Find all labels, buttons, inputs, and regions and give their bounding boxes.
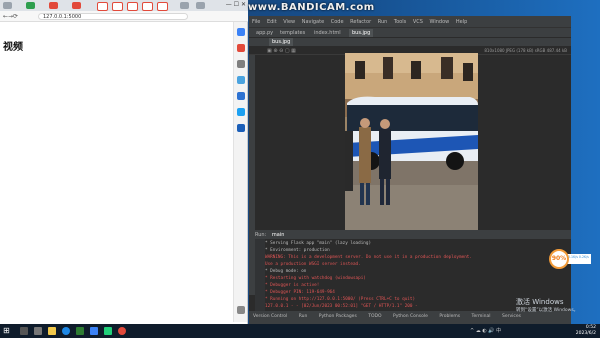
- menu-item[interactable]: Navigate: [302, 19, 324, 25]
- browser-tab[interactable]: [112, 2, 123, 11]
- browser-tab[interactable]: [97, 2, 108, 11]
- file-tab-active[interactable]: bus.jpg: [349, 29, 374, 37]
- menu-item[interactable]: VCS: [413, 19, 423, 25]
- browser-tab[interactable]: [127, 2, 138, 11]
- recorder-watermark: www.BANDICAM.com: [248, 2, 375, 13]
- file-explorer-icon[interactable]: [48, 327, 56, 335]
- menu-item[interactable]: Refactor: [350, 19, 371, 25]
- console-line: * Serving Flask app "main" (lazy loading…: [265, 241, 372, 246]
- viewer-tool-icons[interactable]: ▣ ⊕ ⊖ ▢ ▦: [267, 48, 296, 54]
- menu-item[interactable]: Window: [430, 19, 450, 25]
- browser-icon[interactable]: [62, 327, 70, 335]
- system-clock[interactable]: 0:52 2023/6/2: [576, 325, 596, 337]
- ide-window: File Edit View Navigate Code Refactor Ru…: [249, 16, 571, 324]
- windows-start-icon[interactable]: ⊞: [3, 326, 13, 336]
- file-tab[interactable]: templates: [277, 29, 308, 37]
- run-panel-header: Run: main: [249, 230, 571, 239]
- app-icon[interactable]: [76, 327, 84, 335]
- browser-tab[interactable]: [49, 2, 58, 9]
- console-line: * Environment: production: [265, 248, 330, 253]
- street-photo: [345, 53, 478, 230]
- address-bar[interactable]: 127.0.0.1:5000: [38, 13, 188, 20]
- sidebar-icon[interactable]: [237, 76, 245, 84]
- bottom-tab[interactable]: Services: [502, 314, 521, 319]
- browser-toolbar: ←→⟳ 127.0.0.1:5000: [0, 11, 248, 22]
- activate-subtitle: 转到“设置”以激活 Windows。: [516, 308, 579, 313]
- nav-back-forward-reload-icons[interactable]: ←→⟳: [3, 13, 18, 20]
- browser-tab[interactable]: [3, 2, 12, 9]
- page-heading: 视频: [3, 42, 23, 53]
- menu-item[interactable]: View: [283, 19, 295, 25]
- file-tab[interactable]: app.py: [253, 29, 276, 37]
- taskbar: ⊞ ^ ☁ ◐ 🔊 中 0:52 2023/6/2: [0, 324, 600, 338]
- network-speed-percent: 90%: [549, 249, 569, 269]
- app-icon[interactable]: [90, 327, 98, 335]
- bottom-tab[interactable]: Python Packages: [319, 314, 357, 319]
- sidebar-icon[interactable]: [237, 28, 245, 36]
- pycharm-icon[interactable]: [104, 327, 112, 335]
- project-breadcrumb: app.py templates index.html bus.jpg: [249, 27, 571, 37]
- browser-tab[interactable]: [180, 2, 189, 9]
- activate-windows-watermark: 激活 Windows 转到“设置”以激活 Windows。: [516, 297, 578, 313]
- browser-window: — ☐ ✕ ←→⟳ 127.0.0.1:5000 视频: [0, 0, 248, 324]
- sidebar-icon[interactable]: [237, 44, 245, 52]
- sidebar-icon[interactable]: [237, 108, 245, 116]
- menu-item[interactable]: File: [252, 19, 260, 25]
- console-line: Use a production WSGI server instead.: [265, 262, 361, 267]
- menu-item[interactable]: Edit: [267, 19, 277, 25]
- run-controls-gutter[interactable]: [255, 239, 265, 311]
- menu-item[interactable]: Run: [378, 19, 388, 25]
- clock-date: 2023/6/2: [575, 331, 596, 336]
- menu-item[interactable]: Tools: [394, 19, 406, 25]
- browser-sidebar: [233, 22, 247, 322]
- bottom-tab[interactable]: TODO: [368, 314, 381, 319]
- ide-menu-bar: File Edit View Navigate Code Refactor Ru…: [249, 16, 571, 27]
- task-view-icon[interactable]: [34, 327, 42, 335]
- browser-tab[interactable]: [157, 2, 168, 11]
- console-line: * Debugger PIN: 119-649-964: [265, 290, 335, 295]
- browser-tab[interactable]: [142, 2, 153, 11]
- sidebar-icon[interactable]: [237, 60, 245, 68]
- browser-tab[interactable]: [72, 2, 81, 9]
- settings-icon[interactable]: [237, 306, 245, 314]
- browser-tab[interactable]: [26, 2, 35, 9]
- bottom-tab[interactable]: Version Control: [253, 314, 287, 319]
- network-speed-label: 0.1K/s 0.2K/s: [567, 254, 591, 264]
- system-tray-icons[interactable]: ^ ☁ ◐ 🔊 中: [470, 327, 501, 334]
- sidebar-icon[interactable]: [237, 92, 245, 100]
- activate-title: 激活 Windows: [516, 298, 564, 306]
- run-config-tab[interactable]: main: [272, 232, 285, 238]
- browser-tab-strip: — ☐ ✕: [0, 0, 248, 11]
- bandicam-icon[interactable]: [118, 327, 126, 335]
- image-preview: [345, 53, 478, 230]
- bottom-tab[interactable]: Terminal: [472, 314, 491, 319]
- browser-tab[interactable]: [196, 2, 205, 9]
- menu-item[interactable]: Help: [456, 19, 467, 25]
- file-tab[interactable]: index.html: [311, 29, 344, 37]
- console-line: * Restarting with watchdog (windowsapi): [265, 276, 366, 281]
- network-speed-widget[interactable]: 0.1K/s 0.2K/s 90%: [549, 249, 593, 269]
- window-controls[interactable]: — ☐ ✕: [214, 1, 246, 10]
- console-line: * Debugger is active!: [265, 283, 320, 288]
- editor-tabs: bus.jpg: [249, 37, 571, 46]
- run-label: Run:: [255, 232, 267, 238]
- menu-item[interactable]: Code: [331, 19, 344, 25]
- console-line: WARNING: This is a development server. D…: [265, 255, 472, 260]
- bottom-tab[interactable]: Python Console: [393, 314, 428, 319]
- editor-tab-active[interactable]: bus.jpg: [269, 38, 294, 46]
- sidebar-icon[interactable]: [237, 124, 245, 132]
- bottom-tab[interactable]: Run: [299, 314, 308, 319]
- image-info: 810x1080 JPEG (178 kB) sRGB 487.44 kB: [484, 48, 567, 53]
- bottom-tab[interactable]: Problems: [439, 314, 460, 319]
- search-icon[interactable]: [20, 327, 28, 335]
- console-line: * Debug mode: on: [265, 269, 307, 274]
